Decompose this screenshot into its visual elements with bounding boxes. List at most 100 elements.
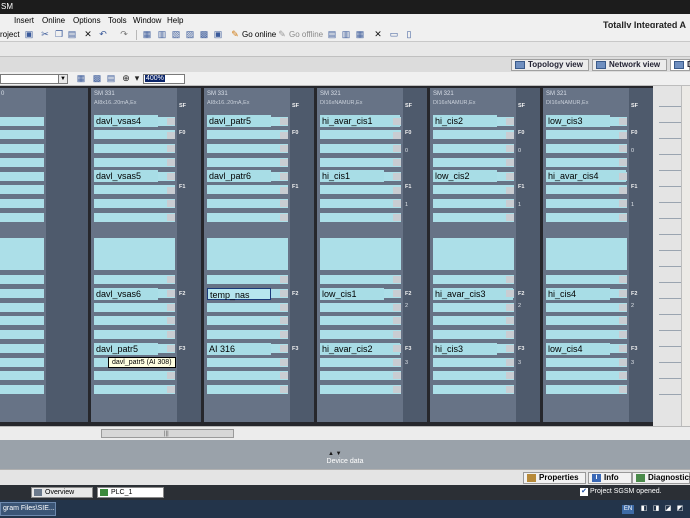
go-online-button[interactable]: Go online (242, 30, 276, 39)
channel-name-label[interactable]: hi_avar_cis3 (433, 288, 513, 300)
module-type: SM 331 (94, 91, 115, 97)
channel-name-label[interactable]: hi_avar_cis1 (320, 115, 400, 127)
module-4[interactable]: SM 321 DI16xNAMUR,Ex hi_cis2 low_cis2 hi_ava… (430, 88, 540, 422)
label-strip (207, 199, 288, 208)
simulation-icon[interactable]: ▩ (199, 29, 209, 40)
tab-network-view[interactable]: Network view (592, 59, 667, 71)
label-strip (0, 344, 44, 353)
led-label: 1 (518, 202, 522, 208)
show-module-labels-icon[interactable]: ▩ (92, 73, 102, 84)
channel-name-label[interactable]: davl_vsas4 (94, 115, 158, 127)
menu-options[interactable]: Options (73, 16, 101, 25)
menu-help[interactable]: Help (167, 16, 183, 25)
tab-info[interactable]: i Info (588, 472, 632, 484)
channel-name-label[interactable]: hi_cis3 (433, 343, 497, 355)
undo-icon[interactable]: ↶ (98, 29, 108, 40)
device-view-canvas[interactable]: 0 SM 331 AI8x16..20mA,Ex davl_vsas4 davl_vs… (0, 86, 690, 440)
accessible-devices-icon[interactable]: ▤ (327, 29, 337, 40)
channel-name-label[interactable]: low_cis3 (546, 115, 610, 127)
menu-window[interactable]: Window (133, 16, 161, 25)
led-label: F3 (292, 346, 299, 352)
channel-name-label[interactable]: hi_cis2 (433, 115, 497, 127)
save-project-button[interactable]: roject (0, 30, 20, 39)
menu-insert[interactable]: Insert (14, 16, 34, 25)
module-2[interactable]: SM 331 AI8x16..20mA,Ex davl_patr5 davl_patr… (204, 88, 314, 422)
split-vertical-icon[interactable]: ▯ (404, 29, 414, 40)
menu-online[interactable]: Online (42, 16, 65, 25)
chevron-down-icon[interactable]: ▼ (58, 75, 67, 83)
channel-name-label[interactable]: hi_avar_cis4 (546, 170, 626, 182)
terminal-indicator (167, 317, 175, 324)
go-offline-button[interactable]: Go offline (289, 30, 323, 39)
device-selector[interactable]: ▼ (0, 74, 68, 84)
channel-name-label[interactable]: hi_avar_cis2 (320, 343, 400, 355)
paste-icon[interactable]: ▤ (67, 29, 77, 40)
grid-icon[interactable]: ▤ (106, 73, 116, 84)
print-icon[interactable]: ▣ (24, 29, 34, 40)
upload-icon[interactable]: ▧ (171, 29, 181, 40)
module-order-number: DI16xNAMUR,Ex (546, 100, 589, 106)
horizontal-scrollbar-thumb[interactable]: ||| (101, 429, 234, 438)
split-horizontal-icon[interactable]: ▭ (389, 29, 399, 40)
device-data-pane[interactable]: ▲ ▼ Device data (0, 440, 690, 469)
go-offline-icon[interactable]: ✎ (277, 29, 287, 40)
channel-name-label[interactable]: hi_cis1 (320, 170, 384, 182)
led-label: F0 (518, 130, 525, 136)
label-strip (546, 303, 627, 312)
vertical-scrollbar[interactable] (681, 86, 690, 426)
start-cpu-icon[interactable]: ▥ (341, 29, 351, 40)
close-icon[interactable]: ✕ (373, 29, 383, 40)
channel-name-label[interactable]: davl_patr5 (207, 115, 271, 127)
expand-pane-icon[interactable]: ▲ ▼ (328, 451, 342, 457)
tray-icon[interactable]: ◧ (640, 505, 648, 513)
module-order-number: DI16xNAMUR,Ex (433, 100, 476, 106)
label-strip (433, 330, 514, 339)
channel-name-label[interactable]: temp_nas (207, 288, 271, 300)
device-properties-icon[interactable]: ▦ (76, 73, 86, 84)
channel-name-label[interactable]: AI 316 (207, 343, 271, 355)
go-online-icon[interactable]: ✎ (230, 29, 240, 40)
zoom-level-field[interactable]: 400% (143, 74, 185, 84)
channel-name-label[interactable]: low_cis2 (433, 170, 497, 182)
horizontal-scrollbar[interactable]: ||| (0, 426, 690, 440)
channel-name-label[interactable]: davl_patr5 (94, 343, 158, 355)
channel-name-label[interactable]: low_cis4 (546, 343, 610, 355)
stop-cpu-icon[interactable]: ▦ (355, 29, 365, 40)
tab-diagnostics[interactable]: Diagnostics (632, 472, 690, 484)
channel-name-label[interactable]: hi_cis4 (546, 288, 610, 300)
module-order-number: AI8x16..20mA,Ex (207, 100, 250, 106)
overview-button[interactable]: Overview (31, 487, 93, 498)
cut-icon[interactable]: ✂ (40, 29, 50, 40)
tab-properties[interactable]: Properties (523, 472, 586, 484)
language-indicator[interactable]: EN (622, 505, 634, 514)
module-1[interactable]: SM 331 AI8x16..20mA,Ex davl_vsas4 davl_vsas… (91, 88, 201, 422)
taskbar-app-button[interactable]: gram Files\SIE... (0, 502, 56, 516)
split-editor-icon[interactable]: ▦ (142, 29, 152, 40)
zoom-icon[interactable]: ⊕ (121, 73, 131, 84)
module-3[interactable]: SM 321 DI16xNAMUR,Ex hi_avar_cis1 hi_cis1 lo… (317, 88, 427, 422)
tray-icon[interactable]: ◨ (652, 505, 660, 513)
channel-name-label[interactable]: davl_patr6 (207, 170, 271, 182)
monitor-icon[interactable]: ▣ (213, 29, 223, 40)
tray-icon[interactable]: ◩ (676, 505, 684, 513)
module-5[interactable]: SM 321 DI16xNAMUR,Ex low_cis3 hi_avar_cis4 h… (543, 88, 653, 422)
plc-editor-button[interactable]: PLC_1 (97, 487, 164, 498)
channel-name-label[interactable]: davl_vsas6 (94, 288, 158, 300)
channel-name-label[interactable]: low_cis1 (320, 288, 384, 300)
device-data-label: Device data (326, 458, 364, 465)
delete-icon[interactable]: ✕ (83, 29, 93, 40)
tab-topology-view[interactable]: Topology view (511, 59, 589, 71)
download-icon[interactable]: ▥ (157, 29, 167, 40)
zoom-level-value: 400% (145, 75, 165, 82)
label-strip (0, 117, 44, 126)
terminal-indicator (167, 118, 175, 125)
zoom-dropdown-icon[interactable]: ▾ (132, 73, 142, 84)
menu-tools[interactable]: Tools (108, 16, 127, 25)
module-partial-left[interactable]: 0 (0, 88, 88, 422)
copy-icon[interactable]: ❐ (54, 29, 64, 40)
compile-icon[interactable]: ▨ (185, 29, 195, 40)
tab-device-view[interactable]: D (670, 59, 690, 71)
tray-icon[interactable]: ◪ (664, 505, 672, 513)
redo-icon[interactable]: ↷ (119, 29, 129, 40)
channel-name-label[interactable]: davl_vsas5 (94, 170, 158, 182)
